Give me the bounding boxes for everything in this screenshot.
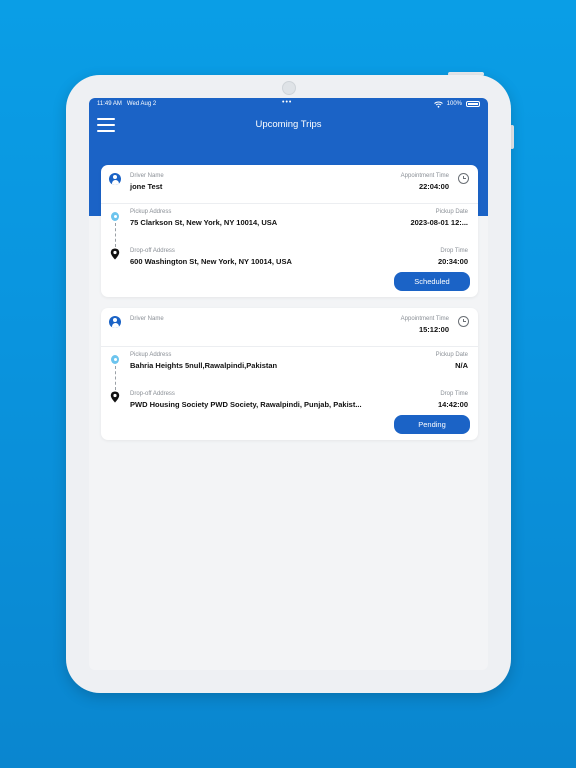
- dropoff-address-label: Drop-off Address: [130, 248, 175, 254]
- appointment-time-label: Appointment Time: [400, 316, 449, 322]
- dropoff-address-label: Drop-off Address: [130, 391, 175, 397]
- trip-card[interactable]: Driver Name jone Test Appointment Time 2…: [101, 165, 478, 297]
- multitask-dots[interactable]: •••: [282, 99, 292, 106]
- dropoff-pin-icon: [110, 248, 120, 260]
- battery-icon: [466, 101, 480, 107]
- app-screen: 11:49 AM Wed Aug 2 ••• 100% Upcoming Tri…: [89, 98, 488, 670]
- drop-time: 14:42:00: [437, 400, 468, 409]
- user-icon: [109, 173, 121, 185]
- clock-icon: [458, 173, 469, 184]
- dropoff-pin-icon: [110, 391, 120, 403]
- appointment-time: 22:04:00: [418, 182, 449, 191]
- pickup-address: Bahria Heights 5null,Rawalpindi,Pakistan: [130, 361, 278, 370]
- status-time: 11:49 AM: [97, 101, 122, 107]
- route-line: [114, 223, 116, 247]
- pickup-address-label: Pickup Address: [130, 352, 172, 358]
- wifi-icon: [433, 101, 443, 108]
- battery-percent: 100%: [446, 101, 462, 107]
- status-button[interactable]: Pending: [394, 415, 470, 434]
- pickup-pin-icon: [111, 212, 119, 221]
- pickup-date-label: Pickup Date: [435, 352, 468, 358]
- driver-name: jone Test: [130, 182, 163, 191]
- pickup-date-label: Pickup Date: [435, 209, 468, 215]
- user-icon: [109, 316, 121, 328]
- page-title: Upcoming Trips: [255, 119, 322, 130]
- drop-time-label: Drop Time: [440, 248, 468, 254]
- camera: [282, 81, 296, 95]
- drop-time-label: Drop Time: [440, 391, 468, 397]
- dropoff-address: PWD Housing Society PWD Society, Rawalpi…: [130, 400, 362, 409]
- divider: [101, 346, 478, 347]
- driver-name-label: Driver Name: [130, 316, 164, 322]
- dropoff-address: 600 Washington St, New York, NY 10014, U…: [130, 257, 292, 266]
- route-line: [114, 366, 116, 390]
- pickup-date: N/A: [455, 361, 468, 370]
- drop-time: 20:34:00: [437, 257, 468, 266]
- appointment-time: 15:12:00: [418, 325, 449, 334]
- status-button[interactable]: Scheduled: [394, 272, 470, 291]
- divider: [101, 203, 478, 204]
- pickup-address: 75 Clarkson St, New York, NY 10014, USA: [130, 218, 278, 227]
- status-date: Wed Aug 2: [126, 101, 157, 107]
- clock-icon: [458, 316, 469, 327]
- trip-card[interactable]: Driver Name Appointment Time 15:12:00 Pi…: [101, 308, 478, 440]
- pickup-pin-icon: [111, 355, 119, 364]
- status-bar: 11:49 AM Wed Aug 2 ••• 100%: [89, 98, 488, 110]
- appointment-time-label: Appointment Time: [400, 173, 449, 179]
- driver-name-label: Driver Name: [130, 173, 164, 179]
- pickup-date: 2023-08-01 12:...: [410, 218, 468, 227]
- pickup-address-label: Pickup Address: [130, 209, 172, 215]
